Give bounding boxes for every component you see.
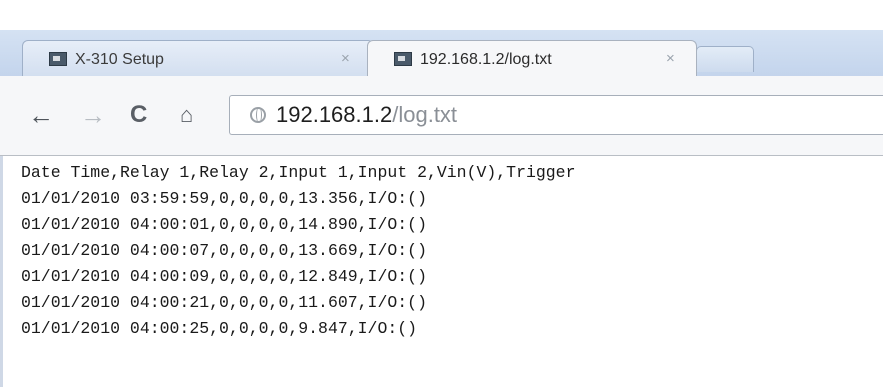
tab-x310-setup[interactable]: X-310 Setup × — [22, 40, 374, 76]
address-text[interactable]: 192.168.1.2/log.txt — [276, 102, 457, 128]
log-line: 01/01/2010 04:00:21,0,0,0,0,11.607,I/O:(… — [21, 293, 427, 312]
log-header-line: Date Time,Relay 1,Relay 2,Input 1,Input … — [21, 163, 576, 182]
page-icon — [49, 52, 67, 66]
log-line: 01/01/2010 04:00:25,0,0,0,0,9.847,I/O:() — [21, 319, 418, 338]
close-icon[interactable]: × — [666, 50, 675, 67]
log-line: 01/01/2010 03:59:59,0,0,0,0,13.356,I/O:(… — [21, 189, 427, 208]
address-bar[interactable]: 192.168.1.2/log.txt — [229, 95, 883, 135]
url-path: /log.txt — [392, 102, 458, 127]
tab-title: X-310 Setup — [75, 51, 164, 68]
window-left-edge — [0, 156, 3, 387]
url-host: 192.168.1.2 — [276, 102, 393, 127]
globe-icon — [250, 107, 266, 123]
home-icon[interactable]: ⌂ — [180, 100, 193, 130]
log-line: 01/01/2010 04:00:09,0,0,0,0,12.849,I/O:(… — [21, 267, 427, 286]
back-arrow-icon[interactable]: ← — [28, 100, 54, 130]
new-tab-button[interactable] — [696, 46, 754, 72]
reload-icon[interactable]: C — [130, 100, 147, 130]
close-icon[interactable]: × — [341, 50, 350, 67]
page-icon — [394, 52, 412, 66]
tab-log-txt[interactable]: 192.168.1.2/log.txt × — [367, 40, 697, 76]
log-line: 01/01/2010 04:00:01,0,0,0,0,14.890,I/O:(… — [21, 215, 427, 234]
log-line: 01/01/2010 04:00:07,0,0,0,0,13.669,I/O:(… — [21, 241, 427, 260]
forward-arrow-icon[interactable]: → — [80, 100, 106, 130]
tab-title: 192.168.1.2/log.txt — [420, 51, 552, 68]
